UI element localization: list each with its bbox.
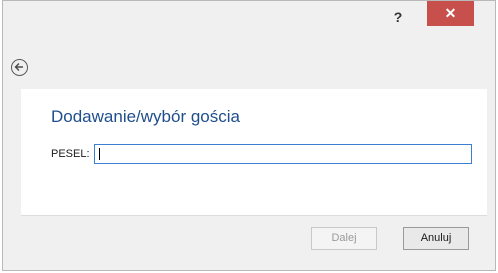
button-bar: Dalej Anuluj xyxy=(21,215,487,261)
pesel-input[interactable] xyxy=(94,144,472,164)
next-button[interactable]: Dalej xyxy=(311,227,377,250)
page-title: Dodawanie/wybór gościa xyxy=(51,107,240,126)
help-button[interactable]: ? xyxy=(383,6,413,28)
text-caret xyxy=(99,148,100,160)
close-icon: ✕ xyxy=(444,5,457,21)
cancel-button[interactable]: Anuluj xyxy=(403,227,469,250)
pesel-label: PESEL: xyxy=(51,148,90,160)
close-button[interactable]: ✕ xyxy=(427,1,474,26)
dialog-window: ? ✕ Dodawanie/wybór gościa PESEL: Dalej … xyxy=(2,0,496,271)
back-button[interactable] xyxy=(11,59,28,76)
form-panel: Dodawanie/wybór gościa PESEL: xyxy=(21,89,487,215)
back-arrow-icon xyxy=(14,63,23,71)
title-bar: ? ✕ xyxy=(3,1,495,35)
